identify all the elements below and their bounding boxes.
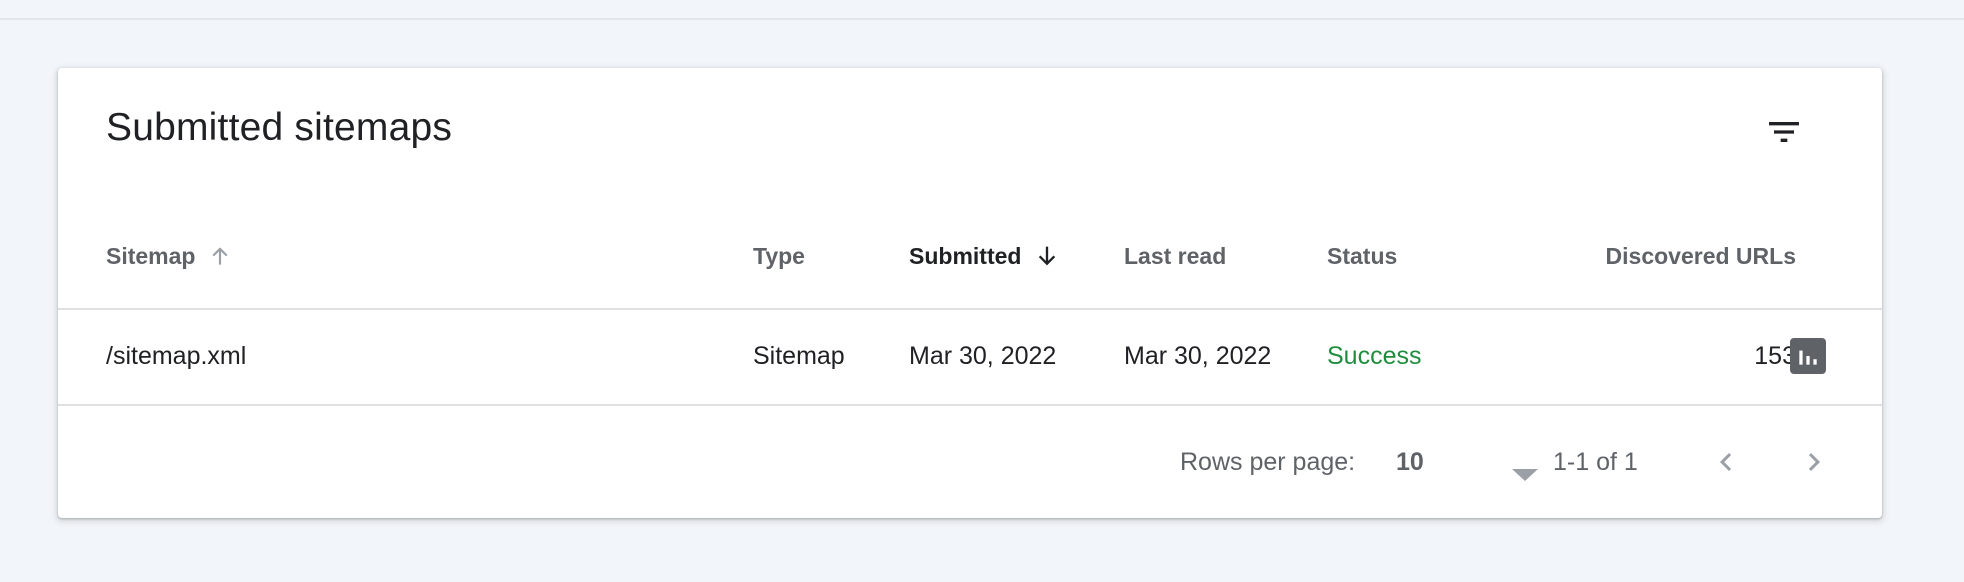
- cell-discovered-urls: 153: [1754, 341, 1796, 370]
- cell-last-read: Mar 30, 2022: [1124, 341, 1272, 370]
- column-header-label: Type: [753, 242, 805, 269]
- bar-chart-icon: [1799, 350, 1817, 365]
- pagination-range: 1-1 of 1: [1553, 447, 1638, 476]
- cell-type: Sitemap: [753, 341, 845, 370]
- arrow-up-icon: [207, 243, 233, 269]
- column-header-label: Sitemap: [106, 242, 196, 269]
- column-header-type[interactable]: Type: [753, 236, 805, 276]
- cell-submitted: Mar 30, 2022: [909, 341, 1057, 370]
- column-header-discovered-urls[interactable]: Discovered URLs: [1556, 236, 1796, 276]
- top-divider: [0, 18, 1964, 20]
- card-title: Submitted sitemaps: [106, 106, 453, 149]
- cell-status: Success: [1327, 341, 1422, 370]
- sitemaps-card: Submitted sitemaps Sitemap Type Submitte…: [58, 68, 1882, 518]
- rows-per-page-value: 10: [1396, 447, 1424, 476]
- row-divider: [58, 404, 1882, 406]
- rows-per-page-label: Rows per page:: [1180, 447, 1356, 476]
- chevron-right-icon: [1808, 453, 1820, 471]
- column-header-label: Discovered URLs: [1605, 242, 1796, 269]
- column-header-submitted[interactable]: Submitted: [909, 236, 1061, 276]
- column-header-label: Submitted: [909, 242, 1022, 269]
- arrow-down-icon: [1033, 242, 1061, 270]
- open-report-button[interactable]: [1790, 338, 1826, 374]
- rows-per-page-select[interactable]: 10: [1396, 442, 1546, 482]
- previous-page-button[interactable]: [1698, 434, 1754, 490]
- column-header-last-read[interactable]: Last read: [1124, 236, 1226, 276]
- next-page-button[interactable]: [1786, 434, 1842, 490]
- header-divider: [58, 308, 1882, 310]
- column-header-label: Status: [1327, 242, 1398, 269]
- filter-list-icon: [1769, 122, 1799, 142]
- column-header-status[interactable]: Status: [1327, 236, 1397, 276]
- filter-button[interactable]: [1756, 104, 1812, 160]
- dropdown-arrow-icon: [1512, 459, 1538, 488]
- cell-sitemap[interactable]: /sitemap.xml: [106, 336, 246, 376]
- chevron-left-icon: [1720, 453, 1732, 471]
- column-header-label: Last read: [1124, 242, 1227, 269]
- column-header-sitemap[interactable]: Sitemap: [106, 236, 233, 276]
